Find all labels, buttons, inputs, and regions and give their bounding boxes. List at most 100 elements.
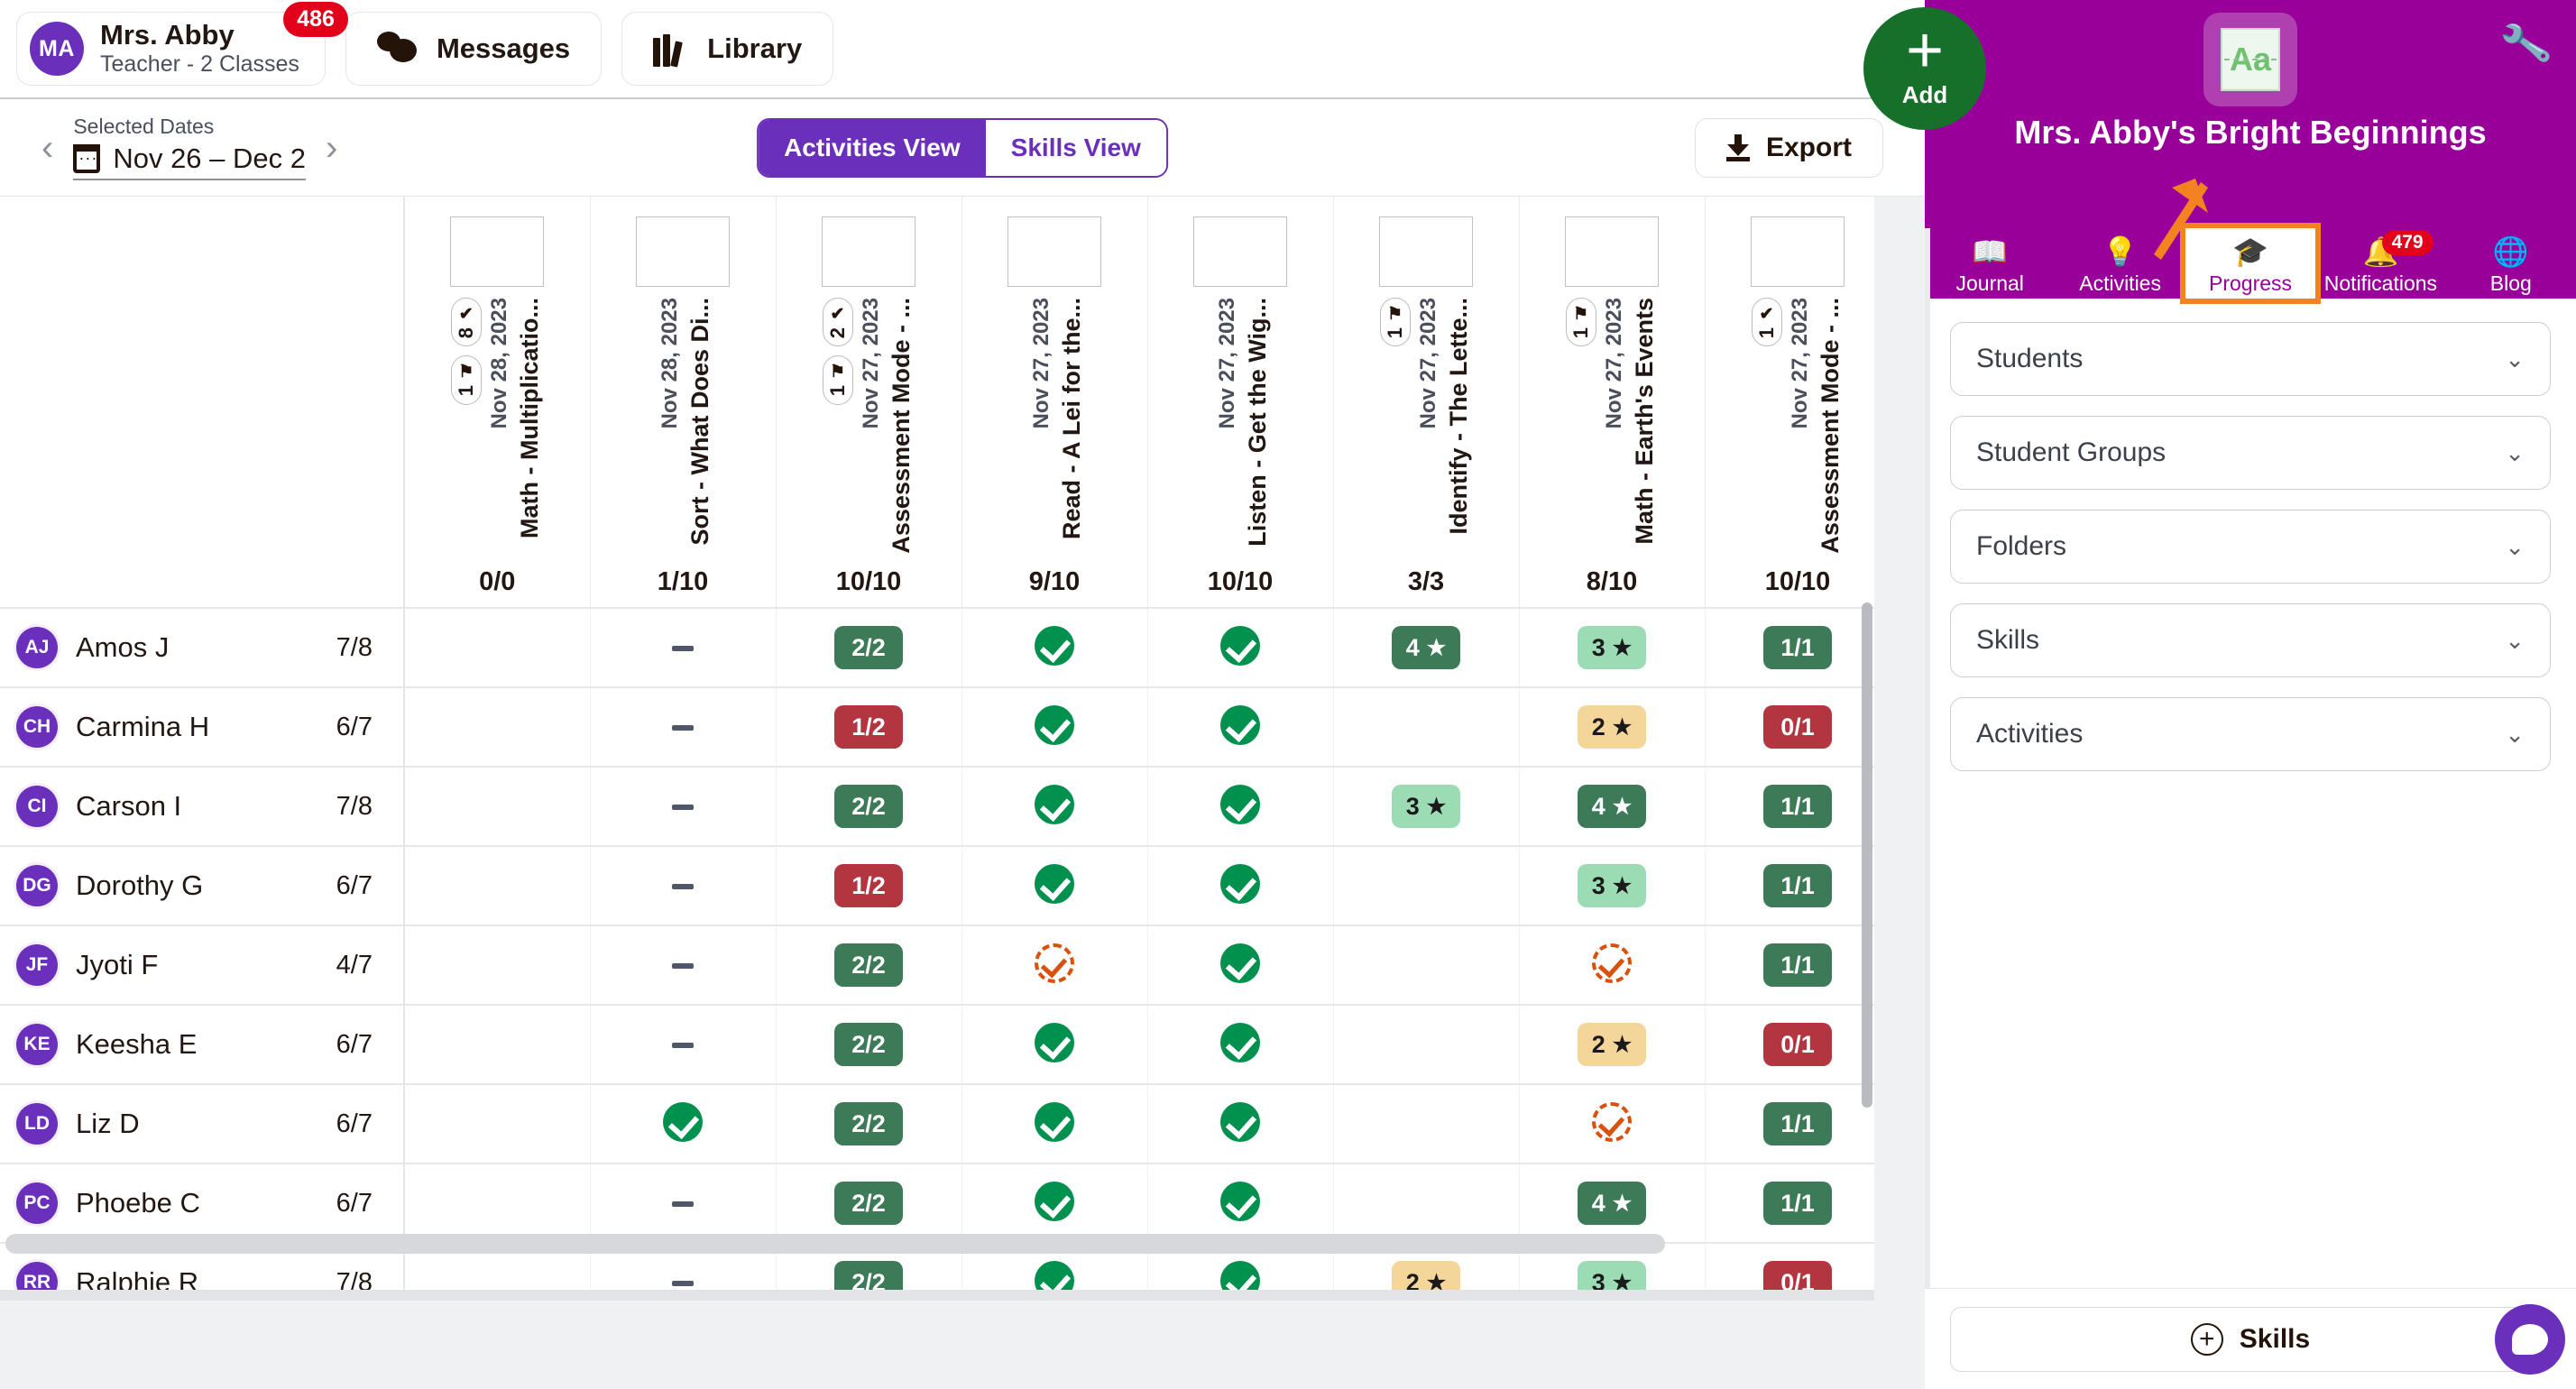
score-chip[interactable]: 2/2 xyxy=(834,1102,903,1145)
completed-check-icon[interactable] xyxy=(1220,1260,1260,1290)
progress-cell[interactable]: 1/1 xyxy=(1705,1164,1874,1244)
star-rating-chip[interactable]: 4 ★ xyxy=(1392,626,1460,669)
progress-cell[interactable]: 3 ★ xyxy=(1519,608,1706,688)
score-chip[interactable]: 2/2 xyxy=(834,785,903,828)
activity-column-header[interactable]: Listen - Get the Wig... Nov 27, 2023 10/… xyxy=(1147,197,1334,609)
star-rating-chip[interactable]: 4 ★ xyxy=(1578,1182,1646,1225)
chat-button[interactable] xyxy=(2495,1304,2565,1375)
score-chip[interactable]: 1/1 xyxy=(1763,785,1832,828)
progress-cell[interactable] xyxy=(1147,608,1334,688)
vertical-scrollbar[interactable] xyxy=(1862,603,1872,1108)
user-profile-chip[interactable]: MA Mrs. Abby Teacher - 2 Classes 486 xyxy=(16,2,348,86)
score-chip[interactable]: 1/1 xyxy=(1763,1182,1832,1225)
progress-cell[interactable]: 1/1 xyxy=(1705,1084,1874,1164)
filter-section-folders[interactable]: Folders ⌄ xyxy=(1950,510,2551,584)
progress-cell[interactable]: 3 ★ xyxy=(1333,767,1520,847)
score-chip[interactable]: 0/1 xyxy=(1763,1023,1832,1066)
progress-cell[interactable] xyxy=(590,687,777,768)
completed-check-icon[interactable] xyxy=(1035,625,1074,666)
progress-cell[interactable] xyxy=(1147,1084,1334,1164)
progress-cell[interactable] xyxy=(1333,1164,1520,1244)
progress-cell[interactable]: 2 ★ xyxy=(1519,1005,1706,1085)
progress-cell[interactable] xyxy=(590,767,777,847)
next-week-icon[interactable]: › xyxy=(320,130,343,166)
star-rating-chip[interactable]: 2 ★ xyxy=(1578,705,1646,749)
add-skills-button[interactable]: + Skills xyxy=(1950,1306,2551,1372)
score-chip[interactable]: 1/1 xyxy=(1763,943,1832,987)
score-chip[interactable]: 0/1 xyxy=(1763,1261,1832,1290)
progress-cell[interactable] xyxy=(961,925,1148,1006)
progress-cell[interactable]: 0/1 xyxy=(1705,687,1874,768)
progress-cell[interactable] xyxy=(1333,1005,1520,1085)
table-row[interactable]: AJ Amos J 7/8 2/2 4 ★ 3 ★ 1/1 xyxy=(0,608,1874,688)
completed-check-icon[interactable] xyxy=(1220,1181,1260,1221)
progress-cell[interactable] xyxy=(404,846,591,926)
completed-check-icon[interactable] xyxy=(1220,1022,1260,1062)
export-button[interactable]: Export xyxy=(1694,117,1883,178)
progress-cell[interactable] xyxy=(404,1084,591,1164)
score-chip[interactable]: 1/2 xyxy=(834,864,903,907)
progress-cell[interactable]: 0/1 xyxy=(1705,1243,1874,1290)
completed-check-icon[interactable] xyxy=(1220,704,1260,745)
progress-cell[interactable] xyxy=(961,687,1148,768)
progress-cell[interactable] xyxy=(404,925,591,1006)
progress-cell[interactable]: 2/2 xyxy=(776,1005,962,1085)
in-progress-check-icon[interactable] xyxy=(1592,1101,1632,1142)
progress-cell[interactable] xyxy=(1147,687,1334,768)
progress-cell[interactable] xyxy=(1333,846,1520,926)
filter-section-students[interactable]: Students ⌄ xyxy=(1950,322,2551,396)
nav-item-activities[interactable]: 💡 Activities xyxy=(2055,228,2185,299)
table-row[interactable]: PC Phoebe C 6/7 2/2 4 ★ 1/1 xyxy=(0,1164,1874,1244)
progress-cell[interactable]: 2/2 xyxy=(776,1164,962,1244)
completed-check-icon[interactable] xyxy=(1035,1022,1074,1062)
table-row[interactable]: LD Liz D 6/7 2/2 1/1 xyxy=(0,1084,1874,1164)
star-rating-chip[interactable]: 2 ★ xyxy=(1578,1023,1646,1066)
progress-cell[interactable] xyxy=(590,608,777,688)
progress-cell[interactable]: 2/2 xyxy=(776,608,962,688)
completed-check-icon[interactable] xyxy=(1220,943,1260,983)
horizontal-scrollbar[interactable] xyxy=(5,1234,1665,1254)
activity-column-header[interactable]: Assessment Mode - ... Nov 27, 2023 1 ✔ 1… xyxy=(1705,197,1874,609)
progress-cell[interactable] xyxy=(590,1005,777,1085)
score-chip[interactable]: 2/2 xyxy=(834,626,903,669)
progress-cell[interactable]: 3 ★ xyxy=(1519,846,1706,926)
activity-column-header[interactable]: Sort - What Does Di... Nov 28, 2023 1/10 xyxy=(590,197,777,609)
table-row[interactable]: JF Jyoti F 4/7 2/2 1/1 xyxy=(0,925,1874,1006)
progress-cell[interactable] xyxy=(404,767,591,847)
date-range-picker[interactable]: Nov 26 – Dec 2 xyxy=(73,143,306,180)
progress-cell[interactable]: 0/1 xyxy=(1705,1005,1874,1085)
score-chip[interactable]: 2/2 xyxy=(834,1023,903,1066)
progress-cell[interactable] xyxy=(961,846,1148,926)
student-cell[interactable]: CI Carson I 7/8 xyxy=(0,767,405,847)
score-chip[interactable]: 1/1 xyxy=(1763,864,1832,907)
progress-cell[interactable] xyxy=(1333,925,1520,1006)
progress-cell[interactable] xyxy=(961,1164,1148,1244)
student-cell[interactable]: LD Liz D 6/7 xyxy=(0,1084,405,1164)
progress-cell[interactable] xyxy=(1147,1005,1334,1085)
star-rating-chip[interactable]: 3 ★ xyxy=(1392,785,1460,828)
progress-cell[interactable]: 2 ★ xyxy=(1519,687,1706,768)
nav-item-blog[interactable]: 🌐 Blog xyxy=(2446,228,2576,299)
tab-skills-view[interactable]: Skills View xyxy=(985,119,1166,176)
completed-check-icon[interactable] xyxy=(1035,1181,1074,1221)
progress-cell[interactable]: 2/2 xyxy=(776,925,962,1006)
completed-check-icon[interactable] xyxy=(1035,704,1074,745)
completed-check-icon[interactable] xyxy=(1220,863,1260,904)
completed-check-icon[interactable] xyxy=(1220,1101,1260,1142)
tab-activities-view[interactable]: Activities View xyxy=(759,119,986,176)
star-rating-chip[interactable]: 4 ★ xyxy=(1578,785,1646,828)
student-cell[interactable]: KE Keesha E 6/7 xyxy=(0,1005,405,1085)
filter-section-skills[interactable]: Skills ⌄ xyxy=(1950,603,2551,677)
progress-cell[interactable]: 4 ★ xyxy=(1519,1164,1706,1244)
progress-cell[interactable] xyxy=(961,1084,1148,1164)
filter-section-student-groups[interactable]: Student Groups ⌄ xyxy=(1950,416,2551,490)
activity-column-header[interactable]: Math - Multiplicatio... Nov 28, 2023 8 ✔… xyxy=(404,197,591,609)
score-chip[interactable]: 1/1 xyxy=(1763,1102,1832,1145)
progress-cell[interactable] xyxy=(961,767,1148,847)
progress-cell[interactable] xyxy=(1519,1084,1706,1164)
progress-cell[interactable]: 1/1 xyxy=(1705,767,1874,847)
star-rating-chip[interactable]: 3 ★ xyxy=(1578,1261,1646,1290)
progress-cell[interactable]: 2/2 xyxy=(776,1084,962,1164)
progress-cell[interactable] xyxy=(590,925,777,1006)
star-rating-chip[interactable]: 2 ★ xyxy=(1392,1261,1460,1290)
